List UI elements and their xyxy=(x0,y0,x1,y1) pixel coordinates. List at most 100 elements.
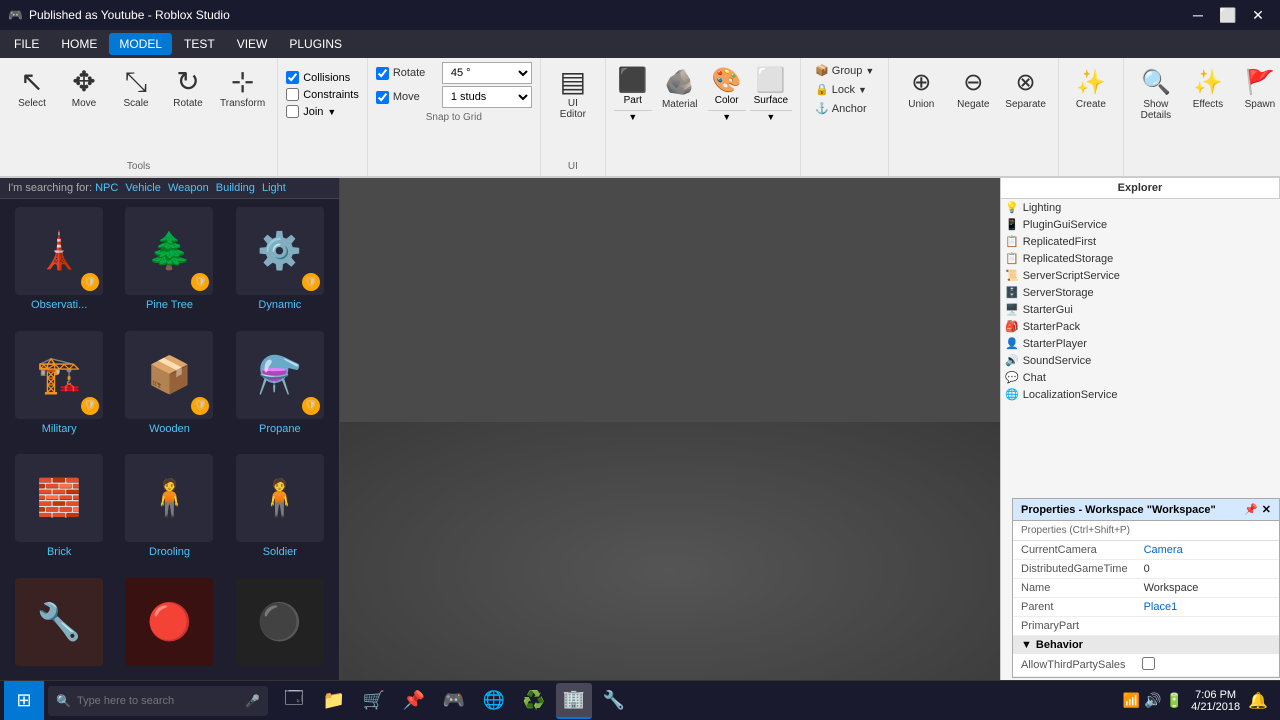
start-button[interactable]: ⊞ xyxy=(4,681,44,720)
list-item[interactable]: 🧍 Drooling xyxy=(118,454,220,570)
explorer-item-serverstorage[interactable]: 🗄️ ServerStorage xyxy=(1001,284,1280,301)
list-item[interactable]: 🔧 xyxy=(8,578,110,682)
taskbar-recycle-icon[interactable]: ♻️ xyxy=(516,683,552,719)
tag-light[interactable]: Light xyxy=(262,182,286,194)
create-button[interactable]: ✨ Create xyxy=(1067,62,1115,112)
taskbar-edge-icon[interactable]: 🌐 xyxy=(476,683,512,719)
collisions-row[interactable]: Collisions xyxy=(286,70,359,85)
part-button[interactable]: ⬛ Part ▼ xyxy=(614,62,652,123)
minimize-button[interactable]: ─ xyxy=(1184,4,1212,26)
group-dropdown-icon[interactable]: ▼ xyxy=(865,66,874,76)
list-item[interactable]: ⚙️🛡 Dynamic xyxy=(229,207,331,323)
join-checkbox[interactable] xyxy=(286,105,299,118)
explorer-item-replicatedfirst[interactable]: 📋 ReplicatedFirst xyxy=(1001,233,1280,250)
taskbar-multiview-icon[interactable]: 🗔 xyxy=(276,683,312,719)
menu-file[interactable]: FILE xyxy=(4,33,49,55)
viewport[interactable] xyxy=(340,178,1000,720)
rotate-button[interactable]: ↻ Rotate xyxy=(164,62,212,111)
allow-sales-checkbox[interactable] xyxy=(1142,657,1155,670)
explorer-item-pluginguiservice[interactable]: 📱 PluginGuiService xyxy=(1001,216,1280,233)
network-icon[interactable]: 📶 xyxy=(1123,692,1140,709)
taskbar-roblox-icon[interactable]: 🏢 xyxy=(556,683,592,719)
list-item[interactable]: 🧍 Soldier xyxy=(229,454,331,570)
tag-npc[interactable]: NPC xyxy=(95,182,118,194)
union-button[interactable]: ⊕ Union xyxy=(897,62,945,112)
list-item[interactable]: 🗼🛡 Observati... xyxy=(8,207,110,323)
explorer-item-chat[interactable]: 💬 Chat xyxy=(1001,369,1280,386)
prop-disttime-value[interactable]: 0 xyxy=(1136,560,1279,579)
explorer-item-soundservice[interactable]: 🔊 SoundService xyxy=(1001,352,1280,369)
anchor-button[interactable]: ⚓ Anchor xyxy=(809,100,880,117)
part-dropdown[interactable]: ▼ xyxy=(614,110,652,123)
list-item[interactable]: 📦🛡 Wooden xyxy=(118,331,220,447)
collisions-checkbox[interactable] xyxy=(286,71,299,84)
menu-view[interactable]: VIEW xyxy=(227,33,278,55)
separate-button[interactable]: ⊗ Separate xyxy=(1001,62,1050,112)
explorer-item-starterplayer[interactable]: 👤 StarterPlayer xyxy=(1001,335,1280,352)
explorer-item-startergui[interactable]: 🖥️ StarterGui xyxy=(1001,301,1280,318)
maximize-button[interactable]: ⬜ xyxy=(1214,4,1242,26)
lock-button[interactable]: 🔒 Lock ▼ xyxy=(809,81,880,98)
behavior-section-header[interactable]: ▼ Behavior xyxy=(1013,636,1279,654)
surface-button[interactable]: ⬜ Surface ▼ xyxy=(750,62,792,123)
prop-parent-value[interactable]: Place1 xyxy=(1136,598,1279,617)
menu-plugins[interactable]: PLUGINS xyxy=(279,33,352,55)
volume-icon[interactable]: 🔊 xyxy=(1144,692,1161,709)
join-row[interactable]: Join ▼ xyxy=(286,104,359,119)
microphone-icon[interactable]: 🎤 xyxy=(245,694,260,708)
list-item[interactable]: 🏗️🛡 Military xyxy=(8,331,110,447)
move-snap-select[interactable]: 1 studs xyxy=(442,86,532,108)
constraints-row[interactable]: Constraints xyxy=(286,87,359,102)
list-item[interactable]: ⚗️🛡 Propane xyxy=(229,331,331,447)
taskbar-files-icon[interactable]: 📁 xyxy=(316,683,352,719)
transform-button[interactable]: ⊹ Transform xyxy=(216,62,269,111)
taskbar-pin-icon[interactable]: 📌 xyxy=(396,683,432,719)
join-dropdown-icon[interactable]: ▼ xyxy=(327,107,336,117)
explorer-tab[interactable]: Explorer xyxy=(1001,178,1280,198)
taskbar-store-icon[interactable]: 🛒 xyxy=(356,683,392,719)
group-button[interactable]: 📦 Group ▼ xyxy=(809,62,880,79)
explorer-item-starterpack[interactable]: 🎒 StarterPack xyxy=(1001,318,1280,335)
effects-button[interactable]: ✨ Effects xyxy=(1184,62,1232,112)
tag-building[interactable]: Building xyxy=(216,182,255,194)
move-button[interactable]: ✥ Move xyxy=(60,62,108,111)
list-item[interactable]: 🔴 xyxy=(118,578,220,682)
scale-button[interactable]: ⤡ Scale xyxy=(112,62,160,111)
notification-icon[interactable]: 🔔 xyxy=(1248,691,1268,711)
list-item[interactable]: 🌲🛡 Pine Tree xyxy=(118,207,220,323)
menu-home[interactable]: HOME xyxy=(51,33,107,55)
constraints-checkbox[interactable] xyxy=(286,88,299,101)
rotate-snap-select[interactable]: 45 ° xyxy=(442,62,532,84)
list-item[interactable]: 🧱 Brick xyxy=(8,454,110,570)
menu-model[interactable]: MODEL xyxy=(109,33,172,55)
color-button[interactable]: 🎨 Color ▼ xyxy=(708,62,746,123)
prop-name-row-value[interactable]: Workspace xyxy=(1136,579,1279,598)
spawn-button[interactable]: 🚩 Spawn xyxy=(1236,62,1280,112)
prop-name-value[interactable]: Camera xyxy=(1136,541,1279,560)
allow-sales-value[interactable] xyxy=(1134,654,1279,677)
menu-test[interactable]: TEST xyxy=(174,33,225,55)
prop-primary-value[interactable] xyxy=(1136,617,1279,636)
list-item[interactable]: ⚫ xyxy=(229,578,331,682)
move-snap-checkbox[interactable] xyxy=(376,91,389,104)
properties-pin-button[interactable]: 📌 xyxy=(1244,503,1258,516)
tag-vehicle[interactable]: Vehicle xyxy=(125,182,160,194)
explorer-item-localization[interactable]: 🌐 LocalizationService xyxy=(1001,386,1280,403)
taskbar-settings-icon[interactable]: 🔧 xyxy=(596,683,632,719)
negate-button[interactable]: ⊖ Negate xyxy=(949,62,997,112)
explorer-item-serverscript[interactable]: 📜 ServerScriptService xyxy=(1001,267,1280,284)
taskbar-search-input[interactable] xyxy=(77,695,239,707)
rotate-snap-checkbox[interactable] xyxy=(376,67,389,80)
lock-dropdown-icon[interactable]: ▼ xyxy=(858,85,867,95)
taskbar-game-icon[interactable]: 🎮 xyxy=(436,683,472,719)
close-button[interactable]: ✕ xyxy=(1244,4,1272,26)
properties-close-button[interactable]: ✕ xyxy=(1262,503,1271,516)
clock[interactable]: 7:06 PM 4/21/2018 xyxy=(1191,689,1240,713)
explorer-item-replicatedstorage[interactable]: 📋 ReplicatedStorage xyxy=(1001,250,1280,267)
ui-editor-button[interactable]: ▤ UIEditor xyxy=(549,62,597,122)
explorer-item-lighting[interactable]: 💡 Lighting xyxy=(1001,199,1280,216)
taskbar-search[interactable]: 🔍 🎤 xyxy=(48,686,268,716)
surface-dropdown[interactable]: ▼ xyxy=(750,110,792,123)
tag-weapon[interactable]: Weapon xyxy=(168,182,209,194)
show-details-button[interactable]: 🔍 ShowDetails xyxy=(1132,62,1180,123)
